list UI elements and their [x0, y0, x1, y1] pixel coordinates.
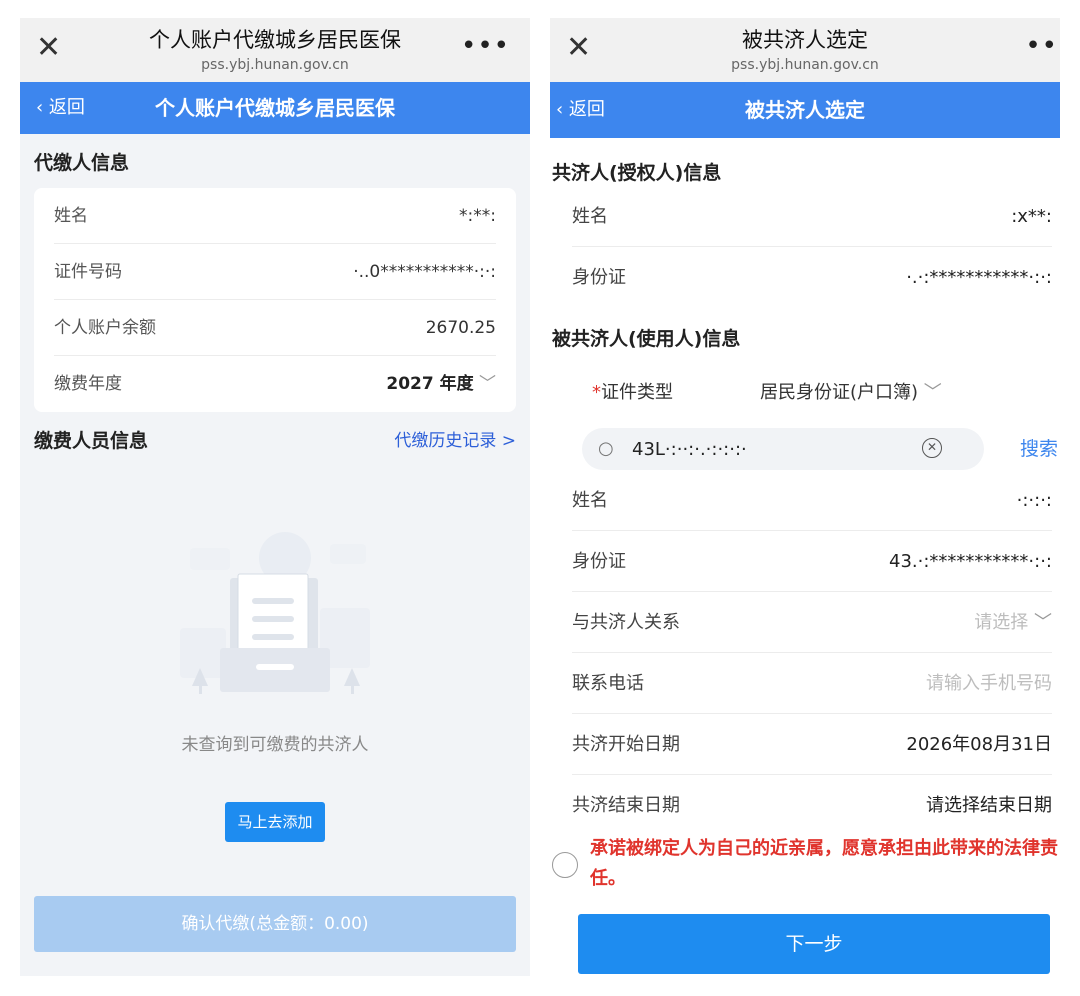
end-date-label: 共济结束日期	[572, 795, 680, 816]
left-screen: ✕ 个人账户代缴城乡居民医保 pss.ybj.hunan.gov.cn ••• …	[20, 18, 530, 976]
payment-year-row[interactable]: 缴费年度 2027 年度 ﹀	[54, 356, 496, 412]
end-date-row[interactable]: 共济结束日期 请选择结束日期	[572, 775, 1052, 836]
relation-label: 与共济人关系	[572, 612, 680, 633]
browser-title-bar: ✕ 被共济人选定 pss.ybj.hunan.gov.cn ••	[550, 18, 1060, 82]
payment-year-label: 缴费年度	[54, 374, 122, 394]
cert-type-select[interactable]: 居民身份证(户口簿) ﹀	[760, 376, 942, 410]
nav-bar: ‹ 返回 个人账户代缴城乡居民医保	[20, 82, 530, 134]
history-link[interactable]: 代缴历史记录 >	[394, 426, 516, 451]
start-date-row[interactable]: 共济开始日期 2026年08月31日	[572, 714, 1052, 775]
chevron-down-icon: ﹀	[923, 382, 942, 403]
cert-type-label-text: 证件类型	[601, 382, 673, 403]
more-options-icon[interactable]: •••	[461, 32, 510, 60]
grantor-id-label: 身份证	[572, 267, 626, 288]
empty-state-illustration	[180, 532, 370, 694]
confirm-payment-button[interactable]: 确认代缴(总金额：0.00)	[34, 896, 516, 952]
payer-name-row: 姓名 *:**:	[54, 188, 496, 244]
balance-row: 个人账户余额 2670.25	[54, 300, 496, 356]
agreement-radio[interactable]	[552, 852, 578, 878]
empty-state-text: 未查询到可缴费的共济人	[181, 735, 369, 755]
next-step-button[interactable]: 下一步	[578, 914, 1050, 974]
user-id-label: 身份证	[572, 551, 626, 572]
user-name-label: 姓名	[572, 490, 608, 511]
grantor-id-row: 身份证 ·.·:***********·:·:	[572, 247, 1052, 308]
user-name-row: 姓名 ·:·:·:	[572, 470, 1052, 531]
clear-icon[interactable]: ✕	[922, 438, 942, 458]
relation-row[interactable]: 与共济人关系 请选择 ﹀	[572, 592, 1052, 653]
relation-placeholder: 请选择	[974, 612, 1029, 633]
browser-domain: pss.ybj.hunan.gov.cn	[201, 57, 349, 73]
payer-name-value: *:**:	[459, 206, 496, 226]
cert-type-value: 居民身份证(户口簿)	[760, 382, 919, 403]
user-name-value: ·:·:·:	[1016, 490, 1052, 511]
payer-info-card: 姓名 *:**: 证件号码 ·..0***********·:·: 个人账户余额…	[34, 188, 516, 412]
members-section-title: 缴费人员信息	[34, 430, 149, 452]
user-id-value: 43.·:***********·:·:	[889, 551, 1052, 572]
required-mark: *	[592, 382, 601, 403]
search-icon: ○	[598, 438, 614, 459]
start-date-value[interactable]: 2026年08月31日	[906, 714, 1052, 775]
agreement-text: 承诺被绑定人为自己的近亲属，愿意承担由此带来的法律责任。	[590, 838, 1058, 889]
cert-type-label: *证件类型	[592, 376, 673, 410]
payer-name-label: 姓名	[54, 206, 88, 226]
payer-section-title: 代缴人信息	[34, 152, 130, 174]
grantor-name-row: 姓名 :x**:	[572, 186, 1052, 247]
relation-select[interactable]: 请选择 ﹀	[974, 592, 1052, 653]
start-date-label: 共济开始日期	[572, 734, 680, 755]
chevron-down-icon: ﹀	[1034, 612, 1052, 633]
browser-domain: pss.ybj.hunan.gov.cn	[731, 57, 879, 73]
phone-input[interactable]: 请输入手机号码	[926, 653, 1052, 714]
end-date-picker[interactable]: 请选择结束日期	[926, 775, 1052, 836]
chevron-down-icon: ﹀	[479, 374, 496, 394]
grantor-name-label: 姓名	[572, 206, 608, 227]
browser-title-bar: ✕ 个人账户代缴城乡居民医保 pss.ybj.hunan.gov.cn •••	[20, 18, 530, 82]
page-title: 个人账户代缴城乡居民医保	[155, 96, 395, 120]
search-button[interactable]: 搜索	[1020, 428, 1058, 470]
grantor-name-value: :x**:	[1011, 206, 1052, 227]
nav-bar: ‹ 返回 被共济人选定	[550, 82, 1060, 138]
balance-label: 个人账户余额	[54, 318, 156, 338]
add-now-button[interactable]: 马上去添加	[225, 802, 325, 842]
more-options-icon[interactable]: ••	[1025, 32, 1058, 60]
browser-title: 被共济人选定	[742, 28, 868, 52]
page-title: 被共济人选定	[745, 98, 865, 122]
id-search-input[interactable]	[632, 428, 922, 470]
payer-id-value: ·..0***********·:·:	[353, 262, 496, 282]
right-screen: ✕ 被共济人选定 pss.ybj.hunan.gov.cn •• ‹ 返回 被共…	[550, 18, 1060, 996]
payment-year-value: 2027 年度	[386, 374, 474, 394]
browser-title: 个人账户代缴城乡居民医保	[149, 28, 401, 52]
phone-row[interactable]: 联系电话 请输入手机号码	[572, 653, 1052, 714]
payer-id-label: 证件号码	[54, 262, 122, 282]
payment-year-select[interactable]: 2027 年度 ﹀	[386, 356, 496, 412]
user-id-row: 身份证 43.·:***********·:·:	[572, 531, 1052, 592]
user-section-title: 被共济人(使用人)信息	[552, 328, 741, 350]
phone-label: 联系电话	[572, 673, 644, 694]
id-search-box: ○ ✕	[582, 428, 984, 470]
payer-id-row: 证件号码 ·..0***********·:·:	[54, 244, 496, 300]
grantor-section-title: 共济人(授权人)信息	[552, 162, 722, 184]
grantor-id-value: ·.·:***********·:·:	[906, 267, 1052, 288]
balance-value: 2670.25	[425, 318, 496, 338]
